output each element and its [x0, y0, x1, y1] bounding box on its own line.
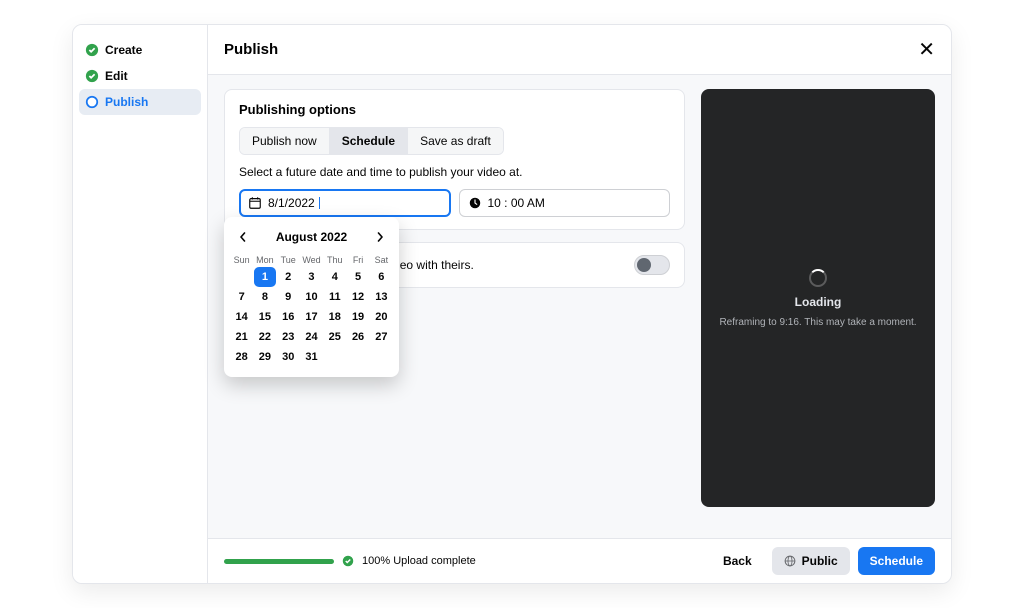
- stepper-sidebar: Create Edit Publish: [73, 25, 208, 583]
- step-label: Publish: [105, 95, 148, 109]
- content-row: Publishing options Publish now Schedule …: [208, 75, 951, 538]
- dialog-header: Publish ✕: [208, 25, 951, 75]
- text-cursor: [319, 197, 320, 209]
- clock-icon: [468, 196, 482, 210]
- calendar-dow: Tue: [277, 253, 300, 267]
- calendar-grid: SunMonTueWedThuFriSat1234567891011121314…: [230, 253, 393, 367]
- calendar-dow: Wed: [300, 253, 323, 267]
- step-edit[interactable]: Edit: [73, 63, 207, 89]
- close-icon[interactable]: ✕: [918, 37, 935, 62]
- calendar-day[interactable]: 11: [324, 287, 346, 307]
- tab-schedule[interactable]: Schedule: [330, 128, 408, 154]
- time-input[interactable]: 10 : 00 AM: [459, 189, 671, 217]
- time-value: 10 : 00 AM: [488, 196, 545, 210]
- calendar-day[interactable]: 3: [300, 267, 322, 287]
- main-panel: Publish ✕ Publishing options Publish now…: [208, 25, 951, 583]
- calendar-day[interactable]: 2: [277, 267, 299, 287]
- toggle-knob: [637, 258, 651, 272]
- audience-button[interactable]: Public: [772, 547, 850, 575]
- calendar-day[interactable]: 9: [277, 287, 299, 307]
- checkmark-icon: [85, 69, 99, 83]
- step-publish[interactable]: Publish: [79, 89, 201, 115]
- calendar-day[interactable]: 31: [300, 347, 322, 367]
- datetime-row: 8/1/2022 10 : 00 AM: [239, 189, 670, 217]
- calendar-day[interactable]: 21: [231, 327, 253, 347]
- calendar-day[interactable]: 1: [254, 267, 276, 287]
- calendar-day[interactable]: 4: [324, 267, 346, 287]
- calendar-dow: Sat: [370, 253, 393, 267]
- calendar-day[interactable]: 7: [231, 287, 253, 307]
- calendar-day[interactable]: 13: [370, 287, 392, 307]
- footer-actions: Back Public Schedule: [711, 547, 935, 575]
- calendar-day[interactable]: 23: [277, 327, 299, 347]
- schedule-hint: Select a future date and time to publish…: [239, 165, 670, 179]
- calendar-day[interactable]: 17: [300, 307, 322, 327]
- step-create[interactable]: Create: [73, 37, 207, 63]
- current-step-icon: [85, 95, 99, 109]
- chevron-right-icon[interactable]: [371, 227, 389, 247]
- publishing-options-card: Publishing options Publish now Schedule …: [224, 89, 685, 230]
- tab-save-draft[interactable]: Save as draft: [408, 128, 503, 154]
- calendar-day[interactable]: 29: [254, 347, 276, 367]
- card-heading: Publishing options: [239, 102, 670, 117]
- calendar-day[interactable]: 5: [347, 267, 369, 287]
- tab-publish-now[interactable]: Publish now: [240, 128, 330, 154]
- upload-progress-bar: [224, 559, 334, 564]
- upload-status: 100% Upload complete: [224, 555, 476, 567]
- video-preview-panel: Loading Reframing to 9:16. This may take…: [701, 89, 935, 507]
- publish-dialog: Create Edit Publish Publish ✕ Publishing…: [72, 24, 952, 584]
- upload-text: 100% Upload complete: [362, 555, 476, 567]
- calendar-day[interactable]: 18: [324, 307, 346, 327]
- calendar-day[interactable]: 8: [254, 287, 276, 307]
- calendar-icon: [248, 196, 262, 210]
- checkmark-icon: [85, 43, 99, 57]
- calendar-dow: Fri: [346, 253, 369, 267]
- loading-subtitle: Reframing to 9:16. This may take a momen…: [719, 317, 916, 328]
- calendar-day[interactable]: 24: [300, 327, 322, 347]
- calendar-day[interactable]: 12: [347, 287, 369, 307]
- step-label: Edit: [105, 69, 128, 83]
- checkmark-icon: [342, 555, 354, 567]
- calendar-dow: Sun: [230, 253, 253, 267]
- calendar-day[interactable]: 15: [254, 307, 276, 327]
- calendar-dow: Mon: [253, 253, 276, 267]
- calendar-day[interactable]: 30: [277, 347, 299, 367]
- date-picker-popover: August 2022 SunMonTueWedThuFriSat1234567…: [224, 217, 399, 377]
- loading-label: Loading: [795, 295, 842, 309]
- calendar-day[interactable]: 26: [347, 327, 369, 347]
- calendar-day[interactable]: 6: [370, 267, 392, 287]
- remix-toggle[interactable]: [634, 255, 670, 275]
- globe-icon: [784, 555, 796, 567]
- calendar-day[interactable]: 10: [300, 287, 322, 307]
- calendar-day[interactable]: 16: [277, 307, 299, 327]
- calendar-day[interactable]: 14: [231, 307, 253, 327]
- date-input[interactable]: 8/1/2022: [239, 189, 451, 217]
- publish-mode-tabs: Publish now Schedule Save as draft: [239, 127, 504, 155]
- back-button[interactable]: Back: [711, 547, 764, 575]
- chevron-left-icon[interactable]: [234, 227, 252, 247]
- loading-spinner-icon: [809, 269, 827, 287]
- calendar-day[interactable]: 28: [231, 347, 253, 367]
- calendar-dow: Thu: [323, 253, 346, 267]
- audience-label: Public: [802, 554, 838, 568]
- calendar-month-title: August 2022: [276, 230, 347, 244]
- calendar-day[interactable]: 20: [370, 307, 392, 327]
- date-value: 8/1/2022: [268, 196, 315, 210]
- options-column: Publishing options Publish now Schedule …: [224, 89, 685, 538]
- step-label: Create: [105, 43, 142, 57]
- calendar-day[interactable]: 27: [370, 327, 392, 347]
- page-title: Publish: [224, 41, 278, 58]
- calendar-day[interactable]: 22: [254, 327, 276, 347]
- calendar-day[interactable]: 25: [324, 327, 346, 347]
- dialog-footer: 100% Upload complete Back Public Schedul…: [208, 538, 951, 583]
- schedule-button[interactable]: Schedule: [858, 547, 935, 575]
- calendar-day[interactable]: 19: [347, 307, 369, 327]
